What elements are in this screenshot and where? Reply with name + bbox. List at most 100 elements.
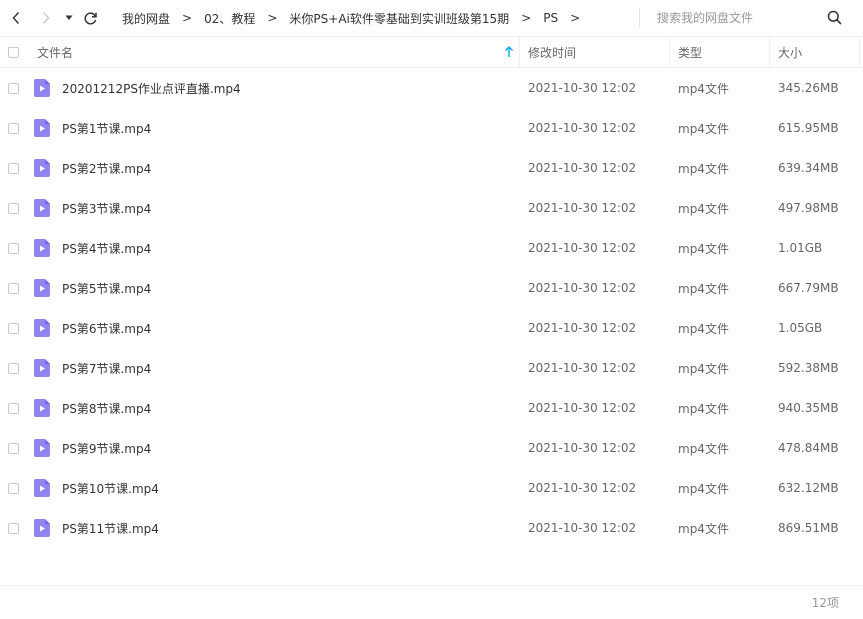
file-size: 667.79MB <box>778 281 839 295</box>
breadcrumb-item-tutorial[interactable]: 02、教程 <box>194 10 265 27</box>
table-row[interactable]: 20201212PS作业点评直播.mp4 2021-10-30 12:02 mp… <box>0 68 863 108</box>
file-name[interactable]: PS第11节课.mp4 <box>62 508 159 548</box>
file-name[interactable]: PS第8节课.mp4 <box>62 388 151 428</box>
row-checkbox[interactable] <box>8 468 19 508</box>
back-button[interactable] <box>5 6 27 30</box>
file-type: mp4文件 <box>678 81 729 96</box>
select-all-checkbox[interactable] <box>8 37 19 67</box>
row-checkbox[interactable] <box>8 148 19 188</box>
file-type: mp4文件 <box>678 281 729 296</box>
column-divider[interactable] <box>519 37 520 67</box>
file-modified: 2021-10-30 12:02 <box>528 481 637 495</box>
file-type: mp4文件 <box>678 361 729 376</box>
row-checkbox[interactable] <box>8 428 19 468</box>
row-checkbox[interactable] <box>8 68 19 108</box>
table-row[interactable]: PS第11节课.mp4 2021-10-30 12:02 mp4文件 869.5… <box>0 508 863 548</box>
file-name[interactable]: PS第9节课.mp4 <box>62 428 151 468</box>
file-type: mp4文件 <box>678 121 729 136</box>
column-header-size[interactable]: 大小 <box>778 37 802 67</box>
row-checkbox[interactable] <box>8 508 19 548</box>
column-header-name[interactable]: 文件名 <box>37 37 73 67</box>
file-type: mp4文件 <box>678 321 729 336</box>
table-row[interactable]: PS第1节课.mp4 2021-10-30 12:02 mp4文件 615.95… <box>0 108 863 148</box>
video-file-icon <box>34 228 50 268</box>
file-type: mp4文件 <box>678 441 729 456</box>
file-modified: 2021-10-30 12:02 <box>528 81 637 95</box>
search-input[interactable] <box>640 10 829 26</box>
row-checkbox[interactable] <box>8 188 19 228</box>
video-file-icon <box>34 308 50 348</box>
file-modified: 2021-10-30 12:02 <box>528 521 637 535</box>
file-type: mp4文件 <box>678 401 729 416</box>
breadcrumb-separator: > <box>521 11 532 25</box>
file-modified: 2021-10-30 12:02 <box>528 361 637 375</box>
video-file-icon <box>34 468 50 508</box>
file-name[interactable]: PS第3节课.mp4 <box>62 188 151 228</box>
video-file-icon <box>34 428 50 468</box>
file-modified: 2021-10-30 12:02 <box>528 241 637 255</box>
video-file-icon <box>34 388 50 428</box>
row-checkbox[interactable] <box>8 228 19 268</box>
file-name[interactable]: PS第5节课.mp4 <box>62 268 151 308</box>
breadcrumb-item-course[interactable]: 米你PS+Ai软件零基础到实训班级第15期 <box>279 10 519 27</box>
video-file-icon <box>34 68 50 108</box>
video-file-icon <box>34 508 50 548</box>
file-name[interactable]: PS第7节课.mp4 <box>62 348 151 388</box>
row-checkbox[interactable] <box>8 268 19 308</box>
column-divider[interactable] <box>859 37 860 67</box>
table-row[interactable]: PS第8节课.mp4 2021-10-30 12:02 mp4文件 940.35… <box>0 388 863 428</box>
table-row[interactable]: PS第3节课.mp4 2021-10-30 12:02 mp4文件 497.98… <box>0 188 863 228</box>
row-checkbox[interactable] <box>8 108 19 148</box>
file-size: 478.84MB <box>778 441 839 455</box>
file-modified: 2021-10-30 12:02 <box>528 201 637 215</box>
table-row[interactable]: PS第2节课.mp4 2021-10-30 12:02 mp4文件 639.34… <box>0 148 863 188</box>
table-row[interactable]: PS第9节课.mp4 2021-10-30 12:02 mp4文件 478.84… <box>0 428 863 468</box>
file-size: 1.05GB <box>778 321 823 335</box>
file-type: mp4文件 <box>678 201 729 216</box>
column-header-type[interactable]: 类型 <box>678 37 702 67</box>
file-name[interactable]: PS第10节课.mp4 <box>62 468 159 508</box>
forward-button[interactable] <box>35 6 57 30</box>
file-type: mp4文件 <box>678 521 729 536</box>
file-modified: 2021-10-30 12:02 <box>528 401 637 415</box>
file-modified: 2021-10-30 12:02 <box>528 281 637 295</box>
breadcrumb-item-ps[interactable]: PS <box>533 11 568 25</box>
file-modified: 2021-10-30 12:02 <box>528 321 637 335</box>
file-modified: 2021-10-30 12:02 <box>528 441 637 455</box>
column-header-modified[interactable]: 修改时间 <box>528 37 576 67</box>
video-file-icon <box>34 148 50 188</box>
table-row[interactable]: PS第5节课.mp4 2021-10-30 12:02 mp4文件 667.79… <box>0 268 863 308</box>
file-size: 497.98MB <box>778 201 839 215</box>
file-name[interactable]: PS第4节课.mp4 <box>62 228 151 268</box>
column-divider[interactable] <box>669 37 670 67</box>
video-file-icon <box>34 268 50 308</box>
table-row[interactable]: PS第6节课.mp4 2021-10-30 12:02 mp4文件 1.05GB <box>0 308 863 348</box>
row-checkbox[interactable] <box>8 348 19 388</box>
breadcrumb-separator: > <box>570 11 581 25</box>
file-type: mp4文件 <box>678 481 729 496</box>
breadcrumb-item-root[interactable]: 我的网盘 <box>112 10 180 27</box>
row-checkbox[interactable] <box>8 308 19 348</box>
table-row[interactable]: PS第10节课.mp4 2021-10-30 12:02 mp4文件 632.1… <box>0 468 863 508</box>
chevron-right-icon <box>42 12 50 24</box>
history-dropdown-button[interactable] <box>59 6 79 30</box>
file-name[interactable]: PS第2节课.mp4 <box>62 148 151 188</box>
breadcrumb: 我的网盘 > 02、教程 > 米你PS+Ai软件零基础到实训班级第15期 > P… <box>112 0 582 36</box>
search-box <box>639 8 852 28</box>
file-list: 20201212PS作业点评直播.mp4 2021-10-30 12:02 mp… <box>0 68 863 548</box>
video-file-icon <box>34 188 50 228</box>
sort-ascending-icon[interactable] <box>504 37 514 67</box>
breadcrumb-separator: > <box>182 11 193 25</box>
file-name[interactable]: PS第1节课.mp4 <box>62 108 151 148</box>
table-row[interactable]: PS第4节课.mp4 2021-10-30 12:02 mp4文件 1.01GB <box>0 228 863 268</box>
row-checkbox[interactable] <box>8 388 19 428</box>
file-name[interactable]: PS第6节课.mp4 <box>62 308 151 348</box>
column-divider[interactable] <box>769 37 770 67</box>
refresh-button[interactable] <box>79 6 101 30</box>
file-size: 592.38MB <box>778 361 839 375</box>
file-name[interactable]: 20201212PS作业点评直播.mp4 <box>62 68 241 108</box>
search-icon[interactable] <box>827 10 842 25</box>
file-size: 1.01GB <box>778 241 823 255</box>
table-row[interactable]: PS第7节课.mp4 2021-10-30 12:02 mp4文件 592.38… <box>0 348 863 388</box>
file-size: 940.35MB <box>778 401 839 415</box>
